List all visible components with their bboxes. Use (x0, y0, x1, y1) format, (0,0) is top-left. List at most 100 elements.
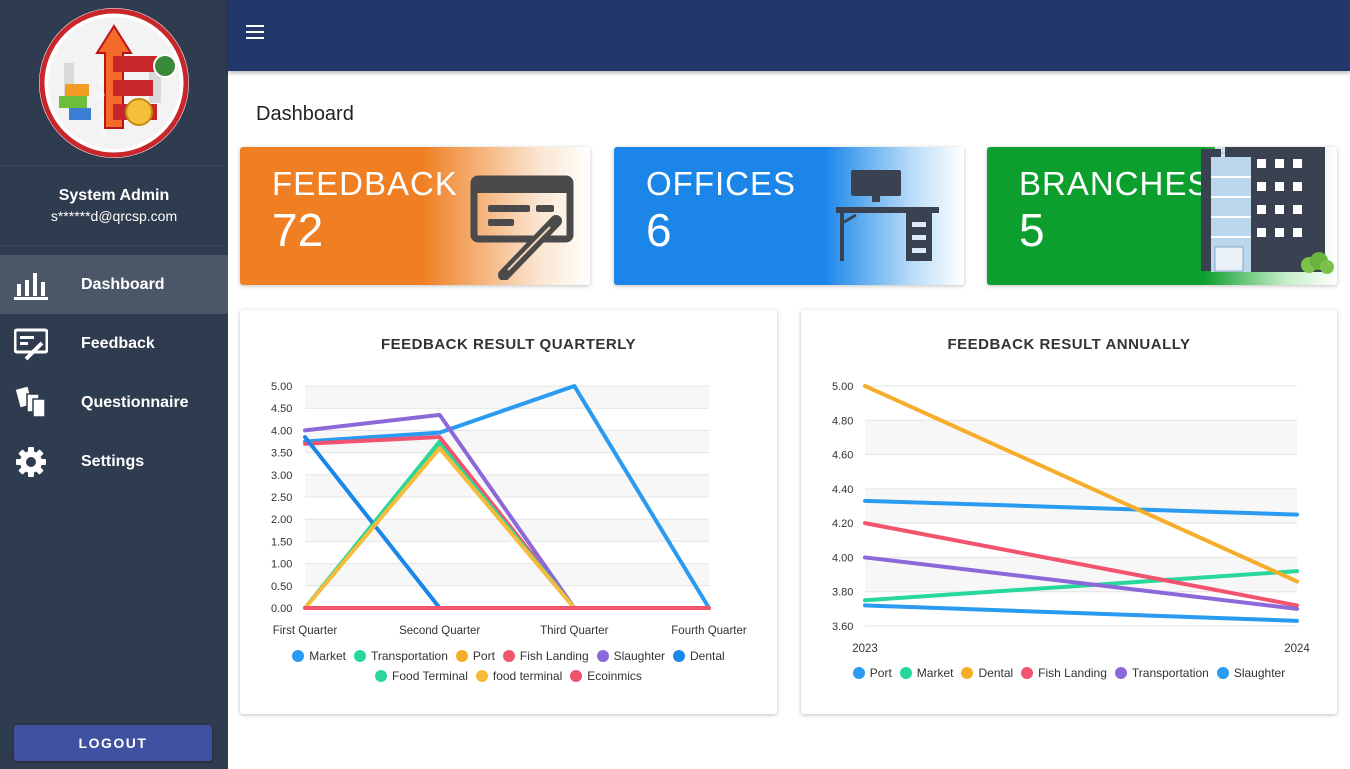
legend-dot (475, 670, 488, 682)
page-title: Dashboard (256, 103, 354, 125)
svg-text:O: O (99, 127, 105, 136)
sidebar-nav: Dashboard Feedback Questionnaire Setting… (0, 255, 228, 491)
legend-dot (961, 667, 974, 679)
legend-dot (292, 650, 305, 662)
legend-label: Slaughter (1233, 666, 1286, 680)
x-tick-label: 2024 (1284, 643, 1310, 655)
feedback-board-icon (470, 175, 574, 280)
chart-legend: Port Market Dental Fish Landing Transportati… (801, 664, 1337, 684)
legend-item[interactable]: Slaughter (596, 647, 666, 665)
grid-band (305, 386, 709, 409)
y-tick-label: 4.20 (832, 518, 853, 530)
y-tick-label: 5.00 (271, 381, 292, 393)
sidebar-item-settings[interactable]: Settings (0, 432, 228, 491)
hamburger-icon[interactable] (246, 25, 266, 45)
y-tick-label: 5.00 (832, 381, 853, 393)
legend-item[interactable]: Fish Landing (502, 647, 589, 665)
feedback-stat-card[interactable]: FEEDBACK 72 (240, 147, 590, 285)
legend-label: Market (309, 649, 346, 663)
top-app-bar (228, 0, 1350, 71)
y-tick-label: 3.50 (271, 448, 292, 460)
y-tick-label: 3.60 (832, 621, 853, 633)
legend-item[interactable]: Dental (961, 664, 1013, 682)
legend-item[interactable]: Port (852, 664, 892, 682)
y-tick-label: 2.50 (271, 492, 292, 504)
y-tick-label: 4.60 (832, 450, 853, 462)
series-line-dental (863, 384, 1299, 584)
y-tick-label: 0.00 (271, 603, 292, 615)
ledipo-logo: L E D I P O (39, 7, 189, 158)
y-tick-label: 0.50 (271, 581, 292, 593)
legend-label: Slaughter (613, 649, 666, 663)
legend-item[interactable]: Dental (673, 647, 725, 665)
legend-dot (375, 670, 388, 682)
offices-stat-card[interactable]: OFFICES 6 (614, 147, 964, 285)
legend-dot (1216, 667, 1229, 679)
card-value: 72 (272, 204, 324, 256)
svg-text:D: D (99, 91, 105, 100)
legend-item[interactable]: Market (292, 647, 346, 665)
legend-dot (673, 650, 686, 662)
sidebar-item-questionnaire[interactable]: Questionnaire (0, 373, 228, 432)
legend-item[interactable]: Transportation (353, 647, 448, 665)
grid-band (865, 420, 1297, 455)
legend-dot (455, 650, 468, 662)
card-title: FEEDBACK (272, 165, 458, 202)
user-info: System Admin s******d@qrcsp.com (0, 166, 228, 246)
legend-item[interactable]: Slaughter (1216, 664, 1286, 682)
legend-item[interactable]: Market (899, 664, 954, 682)
legend-label: Transportation (1131, 666, 1209, 680)
legend-dot (596, 650, 609, 662)
legend-label: Ecoinmics (587, 669, 642, 683)
y-tick-label: 4.00 (832, 552, 853, 564)
legend-label: Transportation (370, 649, 448, 663)
sidebar-item-label: Dashboard (81, 275, 165, 293)
grid-band (305, 563, 709, 586)
x-tick-label: Second Quarter (399, 625, 480, 637)
y-tick-label: 2.00 (271, 514, 292, 526)
gear-icon (14, 445, 48, 479)
card-value: 5 (1019, 204, 1045, 256)
legend-item[interactable]: Food Terminal (375, 667, 468, 685)
legend-dot (1114, 667, 1127, 679)
user-email: s******d@qrcsp.com (50, 208, 178, 224)
legend-dot (899, 667, 912, 679)
legend-item[interactable]: Port (455, 647, 495, 665)
sidebar-item-label: Questionnaire (81, 393, 189, 411)
annual-line-chart: 3.60 3.80 4.00 4.20 4.40 4.60 4.80 5.00 2023 2024 (832, 381, 1310, 655)
x-tick-label: Third Quarter (540, 625, 609, 637)
y-tick-label: 1.50 (271, 536, 292, 548)
legend-label: food terminal (492, 669, 563, 683)
logo-area: L E D I P O (0, 0, 228, 166)
legend-label: Fish Landing (1038, 666, 1107, 680)
user-name: System Admin (58, 187, 170, 204)
y-tick-label: 4.50 (271, 403, 292, 415)
legend-dot (570, 670, 583, 682)
branches-stat-card[interactable]: BRANCHES 5 (987, 147, 1337, 285)
x-tick-label: 2023 (852, 643, 878, 655)
legend-item[interactable]: food terminal (475, 667, 563, 685)
legend-item[interactable]: Ecoinmics (570, 667, 642, 685)
card-value: 6 (646, 204, 672, 256)
sidebar-item-dashboard[interactable]: Dashboard (0, 255, 228, 314)
cards-icon (14, 386, 48, 420)
chart-legend: Market Transportation Port Fish Landing Slau… (240, 647, 777, 687)
legend-item[interactable]: Transportation (1114, 664, 1209, 682)
legend-label: Dental (978, 666, 1014, 680)
logout-button[interactable]: LOGOUT (14, 725, 212, 761)
series-line-slaughter (863, 603, 1299, 623)
svg-text:P: P (99, 115, 104, 124)
legend-dot (852, 667, 865, 679)
legend-item[interactable]: Fish Landing (1021, 664, 1107, 682)
svg-text:L: L (99, 67, 104, 76)
x-tick-label: First Quarter (273, 625, 338, 637)
y-tick-label: 4.00 (271, 425, 292, 437)
legend-label: Fish Landing (519, 649, 589, 663)
card-title: OFFICES (646, 165, 797, 202)
legend-dot (1021, 667, 1034, 679)
legend-label: Market (916, 666, 954, 680)
x-tick-label: Fourth Quarter (671, 625, 747, 637)
y-tick-label: 1.00 (271, 559, 292, 571)
office-desk-icon (836, 170, 939, 261)
sidebar-item-feedback[interactable]: Feedback (0, 314, 228, 373)
